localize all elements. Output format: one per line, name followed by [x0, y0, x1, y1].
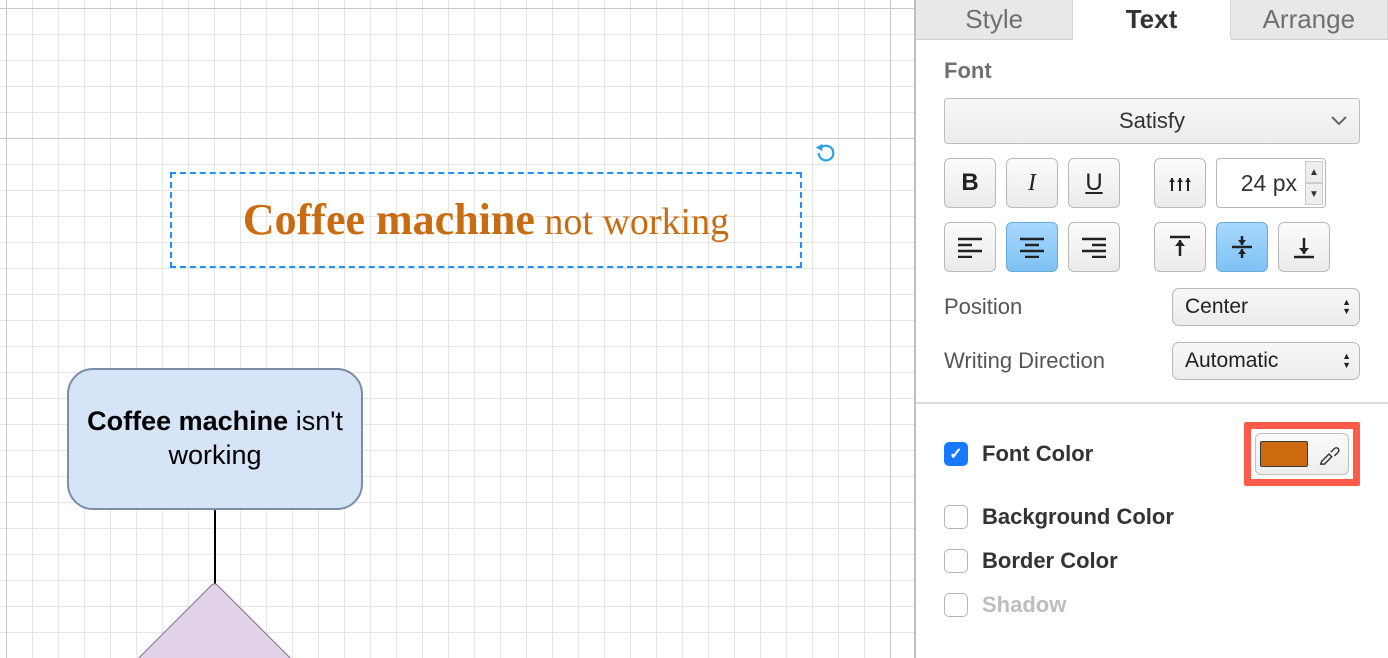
eyedropper-button[interactable]	[1314, 439, 1344, 469]
tab-style[interactable]: Style	[916, 0, 1073, 39]
grid-major-v	[6, 0, 7, 658]
format-tabs: Style Text Arrange	[916, 0, 1388, 40]
bold-button[interactable]: B	[944, 158, 996, 208]
rotate-handle-icon[interactable]	[815, 142, 837, 164]
writing-direction-label: Writing Direction	[944, 348, 1105, 374]
align-left-button[interactable]	[944, 222, 996, 272]
italic-button[interactable]: I	[1006, 158, 1058, 208]
checkbox-checked-icon: ✓	[944, 442, 968, 466]
grid-major-h	[0, 138, 914, 139]
chevron-down-icon	[1331, 116, 1347, 126]
updown-icon: ▲▼	[1342, 298, 1351, 316]
grid-major-v	[890, 0, 891, 658]
checkbox-unchecked-icon	[944, 549, 968, 573]
shadow-label: Shadow	[982, 592, 1066, 618]
title-text: Coffee machine not working	[243, 198, 729, 242]
position-select[interactable]: Center ▲▼	[1172, 288, 1360, 326]
position-label: Position	[944, 294, 1022, 320]
valign-bottom-button[interactable]	[1278, 222, 1330, 272]
checkbox-unchecked-icon	[944, 593, 968, 617]
font-size-input[interactable]: 24 px ▲ ▼	[1216, 158, 1326, 208]
shadow-checkbox[interactable]: Shadow	[944, 592, 1066, 618]
font-size-down[interactable]: ▼	[1305, 183, 1323, 205]
underline-button[interactable]: U	[1068, 158, 1120, 208]
vertical-text-button[interactable]	[1154, 158, 1206, 208]
tab-text[interactable]: Text	[1073, 0, 1230, 40]
updown-icon: ▲▼	[1342, 352, 1351, 370]
grid-major-h	[0, 8, 914, 9]
border-color-label: Border Color	[982, 548, 1118, 574]
valign-top-button[interactable]	[1154, 222, 1206, 272]
border-color-checkbox[interactable]: Border Color	[944, 548, 1118, 574]
highlight-annotation	[1244, 422, 1360, 486]
valign-middle-button[interactable]	[1216, 222, 1268, 272]
font-family-select[interactable]: Satisfy	[944, 98, 1360, 144]
font-size-up[interactable]: ▲	[1305, 161, 1323, 183]
color-section: ✓ Font Color Background Color	[916, 404, 1388, 658]
flow-node-start[interactable]: Coffee machine isn't working	[67, 368, 363, 510]
writing-direction-select[interactable]: Automatic ▲▼	[1172, 342, 1360, 380]
font-color-swatch[interactable]	[1260, 441, 1308, 467]
font-color-checkbox[interactable]: ✓ Font Color	[944, 441, 1093, 467]
diagram-canvas[interactable]: Coffee machine not working Coffee machin…	[0, 0, 914, 658]
background-color-checkbox[interactable]: Background Color	[944, 504, 1174, 530]
flow-node-decision[interactable]	[111, 582, 319, 658]
flow-node-text: Coffee machine isn't working	[87, 405, 343, 473]
align-center-button[interactable]	[1006, 222, 1058, 272]
font-family-value: Satisfy	[1119, 108, 1185, 134]
tab-arrange[interactable]: Arrange	[1231, 0, 1388, 39]
font-section: Font Satisfy B I U 24 px ▲ ▼	[916, 40, 1388, 404]
background-color-label: Background Color	[982, 504, 1174, 530]
align-right-button[interactable]	[1068, 222, 1120, 272]
position-value: Center	[1185, 295, 1248, 319]
font-section-title: Font	[944, 58, 1360, 84]
font-color-label: Font Color	[982, 441, 1093, 467]
selected-text-shape[interactable]: Coffee machine not working	[170, 172, 802, 268]
font-size-value: 24 px	[1241, 170, 1297, 197]
font-color-controls	[1255, 433, 1349, 475]
checkbox-unchecked-icon	[944, 505, 968, 529]
writing-direction-value: Automatic	[1185, 349, 1278, 373]
format-sidebar: Style Text Arrange Font Satisfy B I U 24…	[914, 0, 1388, 658]
